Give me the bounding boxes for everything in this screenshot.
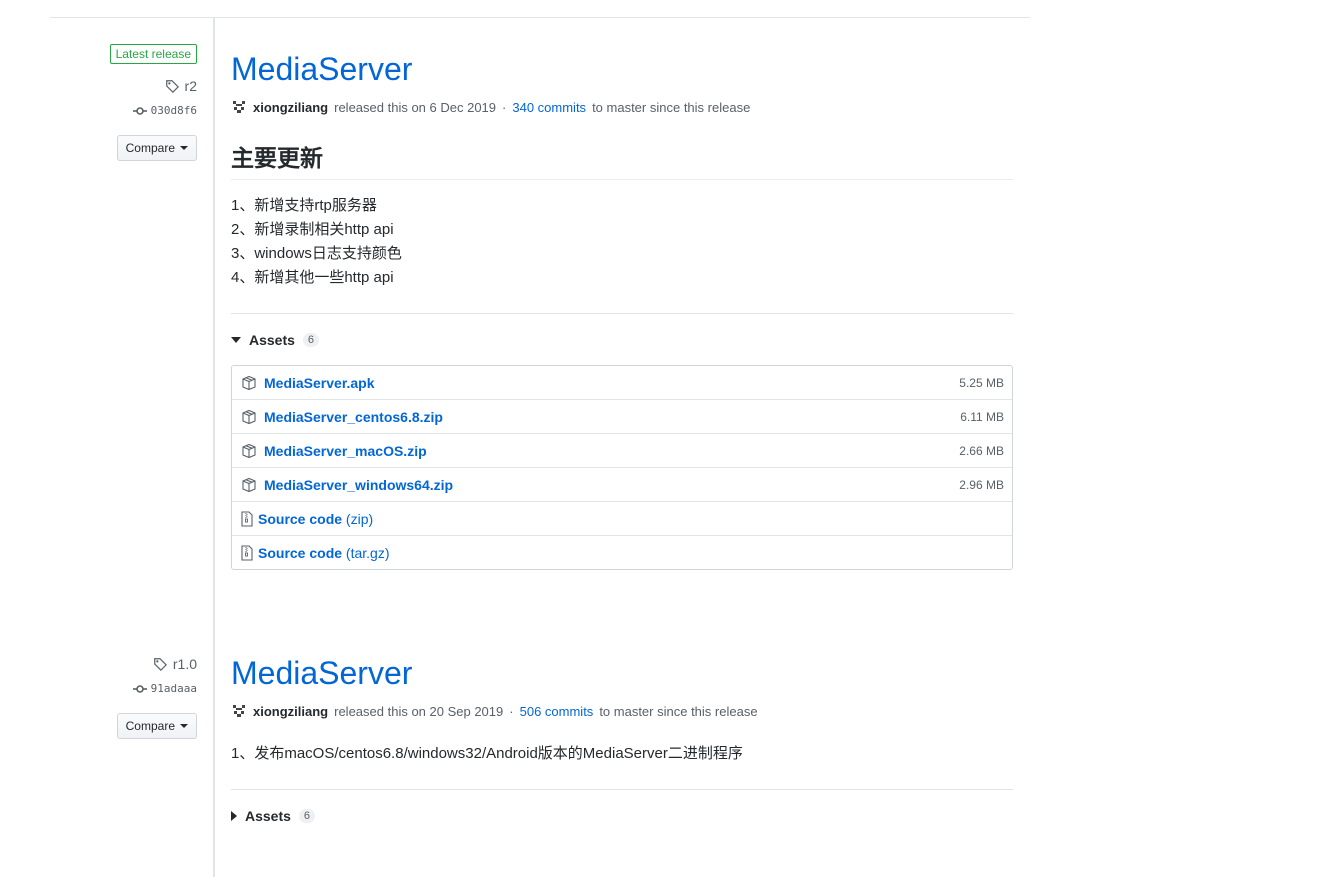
- asset-row: Source code (tar.gz): [232, 536, 1012, 569]
- triangle-right-icon: [231, 811, 237, 821]
- asset-link[interactable]: MediaServer_windows64.zip: [264, 477, 453, 493]
- asset-size: 5.25 MB: [959, 375, 1004, 390]
- tag-link[interactable]: r1.0: [117, 656, 197, 672]
- release-title[interactable]: MediaServer: [231, 653, 1013, 693]
- compare-button[interactable]: Compare: [116, 135, 197, 161]
- assets-toggle[interactable]: Assets 6: [231, 332, 1013, 348]
- asset-row: MediaServer_windows64.zip 2.96 MB: [232, 468, 1012, 502]
- avatar[interactable]: [231, 703, 247, 719]
- separator-dot: ·: [502, 99, 507, 115]
- asset-row: MediaServer.apk 5.25 MB: [232, 366, 1012, 400]
- author-name[interactable]: xiongziliang: [253, 100, 328, 115]
- assets-count-badge: 6: [298, 809, 316, 823]
- commit-link[interactable]: 030d8f6: [110, 104, 197, 117]
- release-r1.0: MediaServer xiongziliang released this o…: [231, 653, 1013, 824]
- asset-row: MediaServer_centos6.8.zip 6.11 MB: [232, 400, 1012, 434]
- asset-link[interactable]: MediaServer_centos6.8.zip: [264, 409, 443, 425]
- separator-dot: ·: [509, 703, 514, 719]
- release-date-text: released this on 20 Sep 2019: [334, 703, 504, 719]
- assets-toggle[interactable]: Assets 6: [231, 808, 1013, 824]
- package-icon: [242, 375, 256, 390]
- git-commit-icon: [132, 106, 147, 115]
- commits-suffix-text: to master since this release: [599, 703, 758, 719]
- caret-down-icon: [180, 724, 188, 728]
- assets-label: Assets: [249, 332, 295, 348]
- tag-icon: [154, 658, 167, 671]
- source-code-zip-link[interactable]: Source code (zip): [258, 511, 373, 527]
- assets-divider: [231, 313, 1013, 314]
- note-line: 2、新增录制相关http api: [231, 221, 394, 238]
- assets-list: MediaServer.apk 5.25 MB MediaServer_cent…: [231, 365, 1013, 570]
- author-name[interactable]: xiongziliang: [253, 704, 328, 719]
- release-notes: 1、发布macOS/centos6.8/windows32/Android版本的…: [231, 742, 1013, 766]
- release-byline: xiongziliang released this on 20 Sep 201…: [231, 703, 1013, 719]
- tag-name: r2: [184, 78, 197, 94]
- git-commit-icon: [132, 684, 147, 693]
- release-byline: xiongziliang released this on 6 Dec 2019…: [231, 99, 1013, 115]
- commit-link[interactable]: 91adaaa: [117, 682, 197, 695]
- asset-size: 6.11 MB: [960, 409, 1004, 424]
- avatar[interactable]: [231, 99, 247, 115]
- commits-count-link[interactable]: 506 commits: [520, 704, 594, 719]
- commits-suffix-text: to master since this release: [592, 99, 751, 115]
- release-notes-heading: 主要更新: [231, 139, 1013, 180]
- release-meta-r1.0: r1.0 91adaaa Compare: [116, 642, 197, 739]
- compare-label: Compare: [125, 719, 175, 733]
- note-line: 1、发布macOS/centos6.8/windows32/Android版本的…: [231, 745, 743, 762]
- triangle-down-icon: [231, 337, 241, 343]
- release-notes: 1、新增支持rtp服务器 2、新增录制相关http api 3、windows日…: [231, 194, 1013, 290]
- file-zip-icon: [241, 544, 253, 561]
- top-divider: [50, 17, 1030, 18]
- asset-row: Source code (zip): [232, 502, 1012, 536]
- asset-link[interactable]: MediaServer_macOS.zip: [264, 443, 427, 459]
- release-title[interactable]: MediaServer: [231, 49, 1013, 89]
- note-line: 1、新增支持rtp服务器: [231, 197, 377, 214]
- assets-count-badge: 6: [302, 333, 320, 347]
- asset-link[interactable]: MediaServer.apk: [264, 375, 375, 391]
- asset-row: MediaServer_macOS.zip 2.66 MB: [232, 434, 1012, 468]
- latest-release-badge: Latest release: [109, 44, 197, 64]
- asset-size: 2.66 MB: [959, 443, 1004, 458]
- commit-sha: 91adaaa: [150, 682, 197, 695]
- source-code-targz-link[interactable]: Source code (tar.gz): [258, 545, 390, 561]
- assets-divider: [231, 789, 1013, 790]
- note-line: 4、新增其他一些http api: [231, 269, 394, 286]
- package-icon: [242, 477, 256, 492]
- package-icon: [242, 409, 256, 424]
- caret-down-icon: [180, 146, 188, 150]
- tag-link[interactable]: r2: [110, 78, 197, 94]
- tag-name: r1.0: [172, 656, 197, 672]
- note-line: 3、windows日志支持颜色: [231, 245, 402, 262]
- package-icon: [242, 443, 256, 458]
- release-timeline-line: [213, 17, 215, 877]
- release-date-text: released this on 6 Dec 2019: [334, 99, 497, 115]
- release-meta-r2: Latest release r2 030d8f6 Compare: [109, 44, 197, 161]
- tag-icon: [165, 80, 179, 93]
- commit-sha: 030d8f6: [150, 104, 197, 117]
- release-r2: MediaServer xiongziliang released this o…: [231, 49, 1013, 570]
- file-zip-icon: [241, 510, 253, 527]
- compare-button[interactable]: Compare: [116, 713, 197, 739]
- asset-size: 2.96 MB: [959, 477, 1004, 492]
- compare-label: Compare: [125, 141, 175, 155]
- commits-count-link[interactable]: 340 commits: [512, 100, 586, 115]
- assets-label: Assets: [245, 808, 291, 824]
